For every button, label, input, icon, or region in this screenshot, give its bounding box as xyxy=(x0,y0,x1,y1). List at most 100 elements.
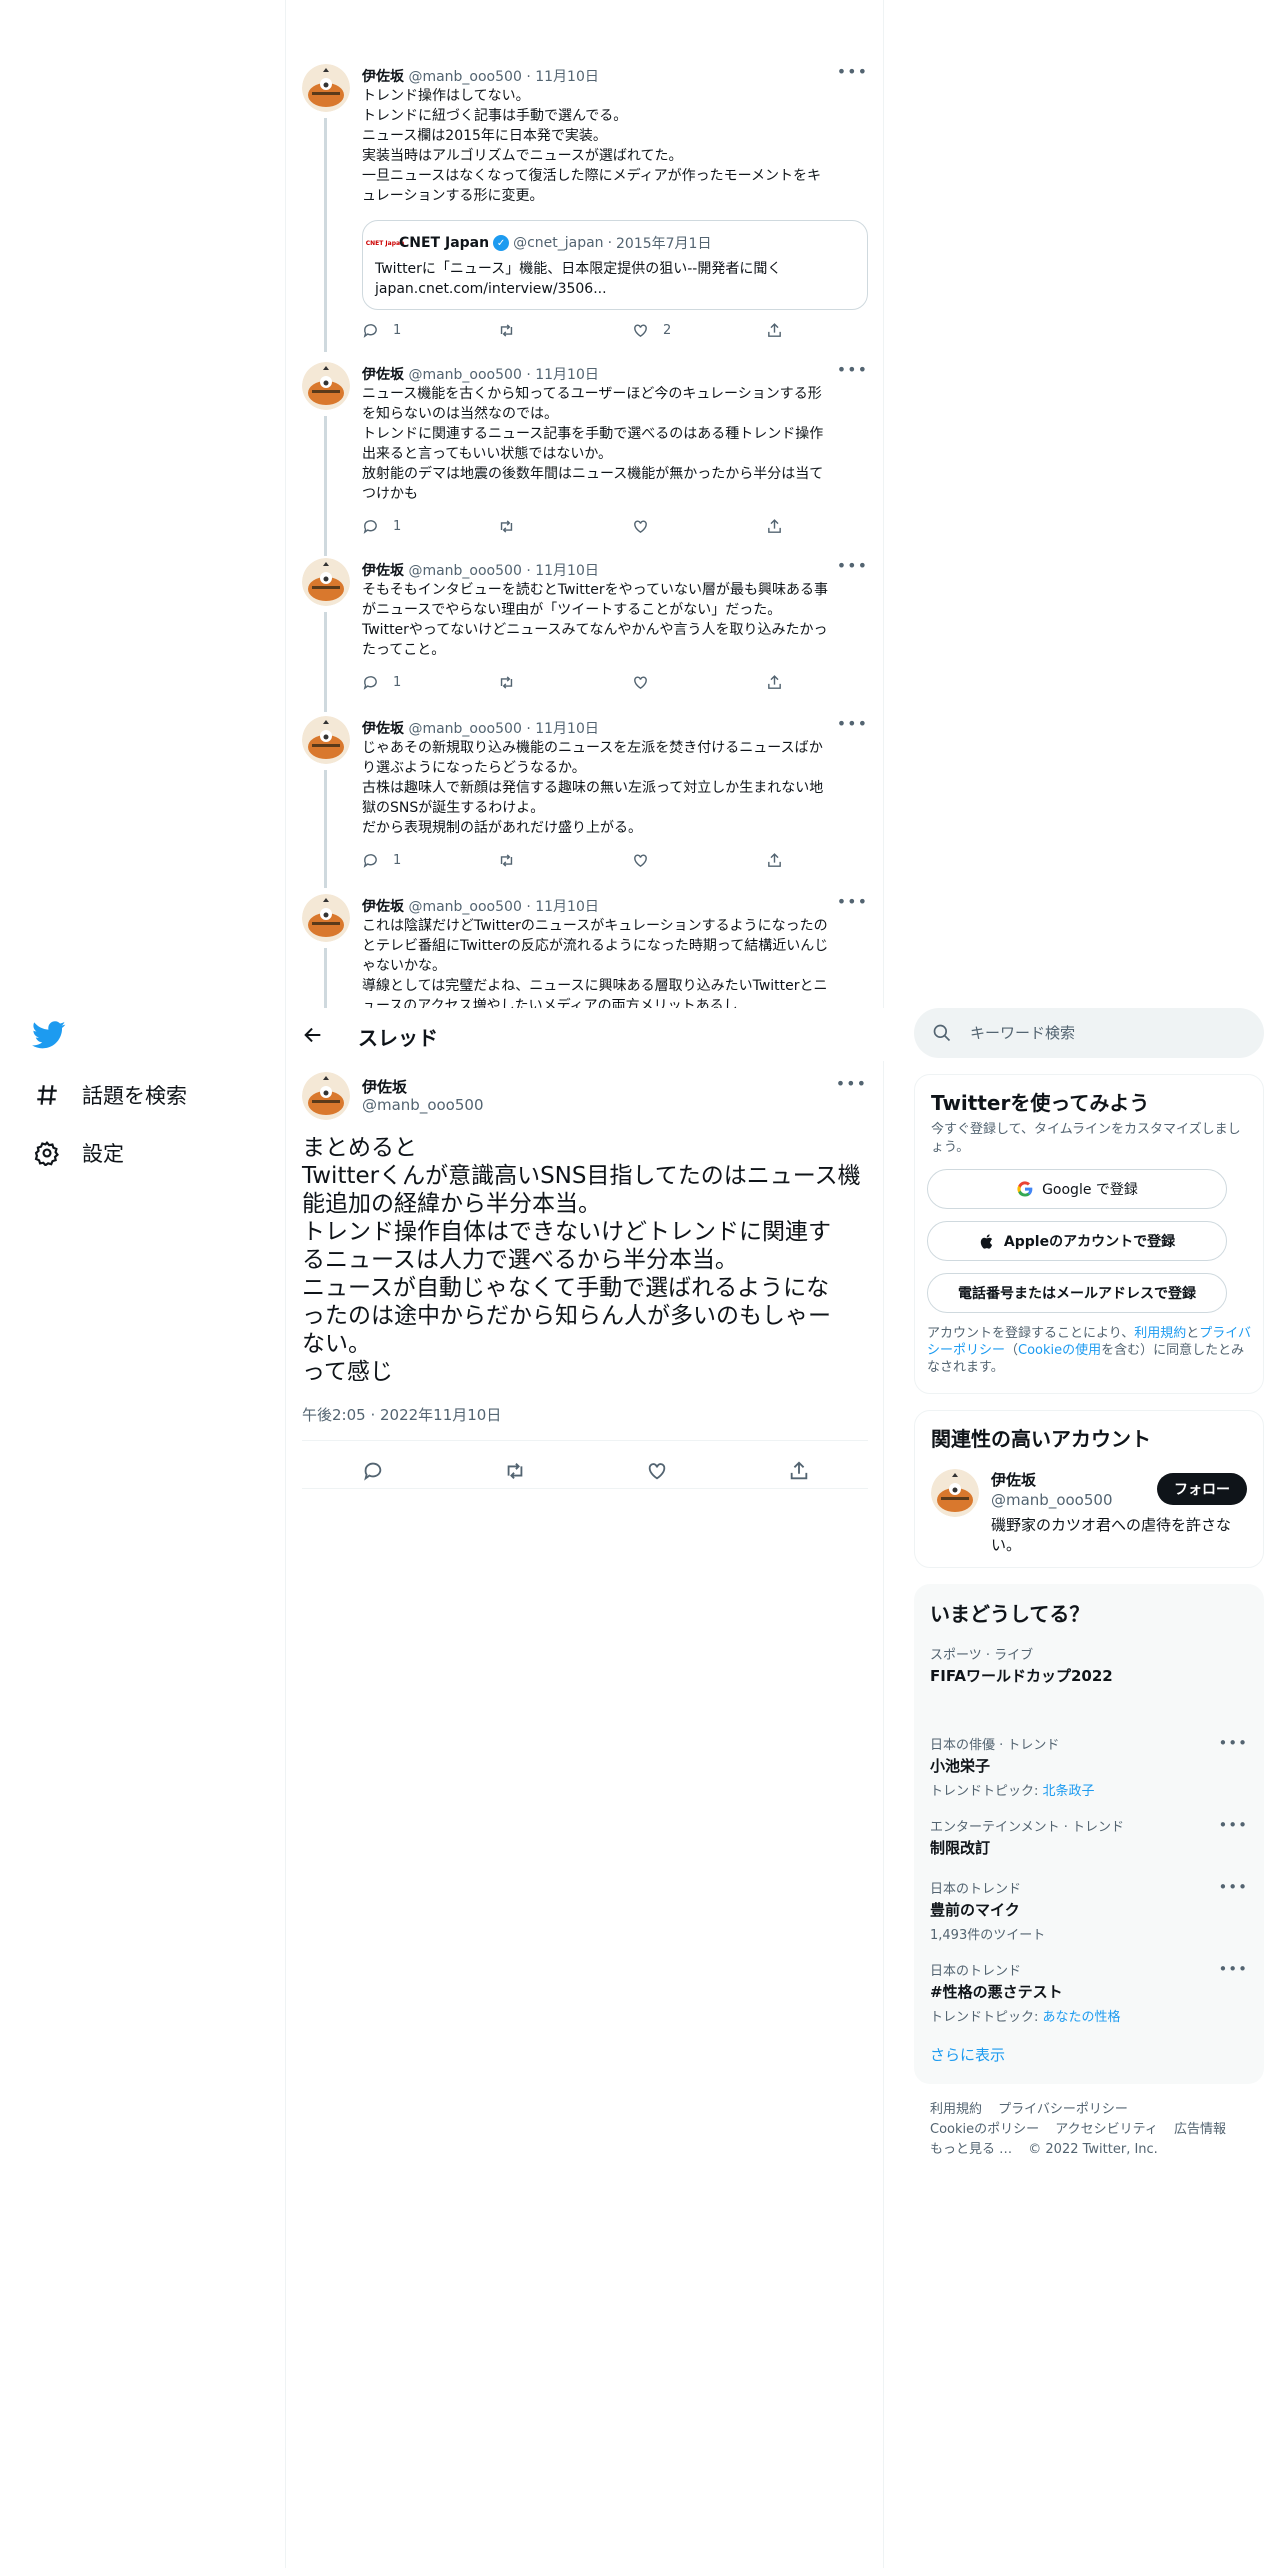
quoted-date: 2015年7月1日 xyxy=(616,236,712,252)
avatar[interactable] xyxy=(302,894,350,942)
thread-connector xyxy=(324,612,327,712)
reply-count: 1 xyxy=(393,675,402,690)
twitter-logo-icon[interactable] xyxy=(32,1018,66,1052)
tweet-author-handle[interactable]: @manb_ooo500 xyxy=(408,367,521,383)
trend-item[interactable]: 日本の俳優 · トレンド 小池栄子 トレンドトピック: 北条政子 ••• xyxy=(930,1734,1248,1799)
relevant-account-handle[interactable]: @manb_ooo500 xyxy=(991,1491,1113,1509)
trend-item[interactable]: 日本のトレンド #性格の悪さテスト トレンドトピック: あなたの性格 ••• xyxy=(930,1960,1248,2025)
back-arrow-icon[interactable] xyxy=(302,1024,324,1046)
more-options-icon[interactable]: ••• xyxy=(1218,1960,1248,1978)
follow-button[interactable]: フォロー xyxy=(1157,1473,1247,1505)
tweet-author-name[interactable]: 伊佐坂 xyxy=(362,367,404,383)
more-options-icon[interactable]: ••• xyxy=(836,1074,867,1093)
reply-button[interactable]: 1 xyxy=(362,674,401,691)
tweet-date[interactable]: 11月10日 xyxy=(535,721,599,737)
tweet-author-handle[interactable]: @manb_ooo500 xyxy=(408,899,521,915)
tweet-author-name[interactable]: 伊佐坂 xyxy=(362,563,404,579)
reply-count: 1 xyxy=(393,519,402,534)
retweet-button[interactable] xyxy=(498,322,529,339)
more-options-icon[interactable]: ••• xyxy=(837,894,868,911)
tweet-date[interactable]: 11月10日 xyxy=(535,563,599,579)
share-button[interactable] xyxy=(766,518,783,535)
thread-tweet[interactable]: 伊佐坂 @manb_ooo500 · 11月10日 ••• そもそもインタビュー… xyxy=(286,556,884,712)
avatar[interactable] xyxy=(302,64,350,112)
cookie-link[interactable]: Cookieの使用 xyxy=(1018,1343,1101,1358)
share-button[interactable] xyxy=(766,322,783,339)
avatar[interactable] xyxy=(931,1469,979,1517)
main-tweet-author-handle[interactable]: @manb_ooo500 xyxy=(362,1096,484,1114)
share-button[interactable] xyxy=(766,852,783,869)
footer-cookie-link[interactable]: Cookieのポリシー xyxy=(930,2122,1039,2137)
retweet-icon[interactable] xyxy=(504,1460,526,1482)
footer-privacy-link[interactable]: プライバシーポリシー xyxy=(998,2102,1128,2117)
retweet-button[interactable] xyxy=(498,674,515,691)
relevant-account-name[interactable]: 伊佐坂 xyxy=(991,1469,1036,1490)
avatar[interactable] xyxy=(302,716,350,764)
tweet-date[interactable]: 11月10日 xyxy=(535,899,599,915)
trend-topic-link[interactable]: あなたの性格 xyxy=(1043,2010,1121,2025)
more-options-icon[interactable]: ••• xyxy=(1218,1816,1248,1834)
like-button[interactable] xyxy=(632,852,649,869)
thread-tweet[interactable]: 伊佐坂 @manb_ooo500 · 11月10日 ••• ニュース機能を古くか… xyxy=(286,360,884,556)
footer-accessibility-link[interactable]: アクセシビリティ xyxy=(1055,2122,1158,2137)
tweet-author-handle[interactable]: @manb_ooo500 xyxy=(408,721,521,737)
reply-button[interactable]: 1 xyxy=(362,852,401,869)
trend-item[interactable]: スポーツ · ライブ FIFAワールドカップ2022 xyxy=(930,1644,1248,1686)
search-bar[interactable] xyxy=(914,1008,1264,1058)
legal-paren: （ xyxy=(1005,1343,1019,1358)
tweet-date[interactable]: 11月10日 xyxy=(535,367,599,383)
trend-topic-link[interactable]: 北条政子 xyxy=(1043,1784,1095,1799)
nav-explore[interactable]: 話題を検索 xyxy=(34,1080,187,1110)
share-button[interactable] xyxy=(766,674,783,691)
trend-item[interactable]: エンターテインメント · トレンド 制限改訂 ••• xyxy=(930,1816,1248,1858)
like-button[interactable] xyxy=(632,518,649,535)
phone-email-signup-button[interactable]: 電話番号またはメールアドレスで登録 xyxy=(927,1273,1227,1313)
reply-icon[interactable] xyxy=(362,1460,384,1482)
thread-tweet[interactable]: 伊佐坂 @manb_ooo500 · 11月10日 ••• トレンド操作はしてな… xyxy=(286,62,884,352)
more-options-icon[interactable]: ••• xyxy=(837,62,868,81)
footer-more-link[interactable]: もっと見る … xyxy=(930,2142,1012,2157)
show-more-link[interactable]: さらに表示 xyxy=(930,2044,1005,2065)
apple-signup-button[interactable]: Appleのアカウントで登録 xyxy=(927,1221,1227,1261)
search-input[interactable] xyxy=(970,1020,1240,1046)
nav-settings[interactable]: 設定 xyxy=(34,1138,124,1168)
trend-item[interactable]: 日本のトレンド 豊前のマイク 1,493件のツイート ••• xyxy=(930,1878,1248,1943)
retweet-button[interactable] xyxy=(498,852,515,869)
reply-icon xyxy=(363,324,377,338)
footer-ads-link[interactable]: 広告情報 xyxy=(1174,2122,1226,2137)
thread-tweet[interactable]: 伊佐坂 @manb_ooo500 · 11月10日 ••• じゃあその新規取り込… xyxy=(286,714,884,888)
footer-terms-link[interactable]: 利用規約 xyxy=(930,2102,982,2117)
google-signup-button[interactable]: Google で登録 xyxy=(927,1169,1227,1209)
tweet-date[interactable]: 11月10日 xyxy=(535,69,599,85)
tweet-author-handle[interactable]: @manb_ooo500 xyxy=(408,69,521,85)
more-options-icon[interactable]: ••• xyxy=(837,556,868,575)
like-button[interactable]: 2 xyxy=(632,322,671,339)
more-options-icon[interactable]: ••• xyxy=(1218,1878,1248,1896)
reply-icon xyxy=(363,520,377,534)
tweet-author-name[interactable]: 伊佐坂 xyxy=(362,721,404,737)
main-tweet-avatar[interactable] xyxy=(302,1072,350,1120)
more-options-icon[interactable]: ••• xyxy=(837,714,868,733)
main-tweet-timestamp[interactable]: 午後2:05 · 2022年11月10日 xyxy=(302,1404,501,1425)
like-button[interactable] xyxy=(632,674,649,691)
share-icon[interactable] xyxy=(788,1460,810,1482)
retweet-button[interactable] xyxy=(498,518,515,535)
quoted-tweet[interactable]: CNET Japan CNET Japan ✓ @cnet_japan · 20… xyxy=(362,220,868,310)
heart-icon[interactable] xyxy=(646,1460,668,1482)
tweet-author-name[interactable]: 伊佐坂 xyxy=(362,899,404,915)
main-tweet-line: ない。 xyxy=(302,1331,371,1357)
main-tweet-author-name[interactable]: 伊佐坂 xyxy=(362,1076,407,1097)
tweet-author-name[interactable]: 伊佐坂 xyxy=(362,69,404,85)
reply-button[interactable]: 1 xyxy=(362,322,401,339)
reply-button[interactable]: 1 xyxy=(362,518,401,535)
avatar[interactable] xyxy=(302,558,350,606)
terms-link[interactable]: 利用規約 xyxy=(1134,1326,1186,1341)
reply-icon xyxy=(363,676,377,690)
more-options-icon[interactable]: ••• xyxy=(1218,1734,1248,1752)
thread-tweet[interactable]: 伊佐坂 @manb_ooo500 · 11月10日 ••• これは陰謀だけどTw… xyxy=(286,894,884,1008)
hashtag-icon xyxy=(34,1082,60,1108)
tweet-author-handle[interactable]: @manb_ooo500 xyxy=(408,563,521,579)
more-options-icon[interactable]: ••• xyxy=(837,360,868,379)
signup-card: Twitterを使ってみよう 今すぐ登録して、タイムラインをカスタマイズしましょ… xyxy=(914,1074,1264,1394)
avatar[interactable] xyxy=(302,362,350,410)
